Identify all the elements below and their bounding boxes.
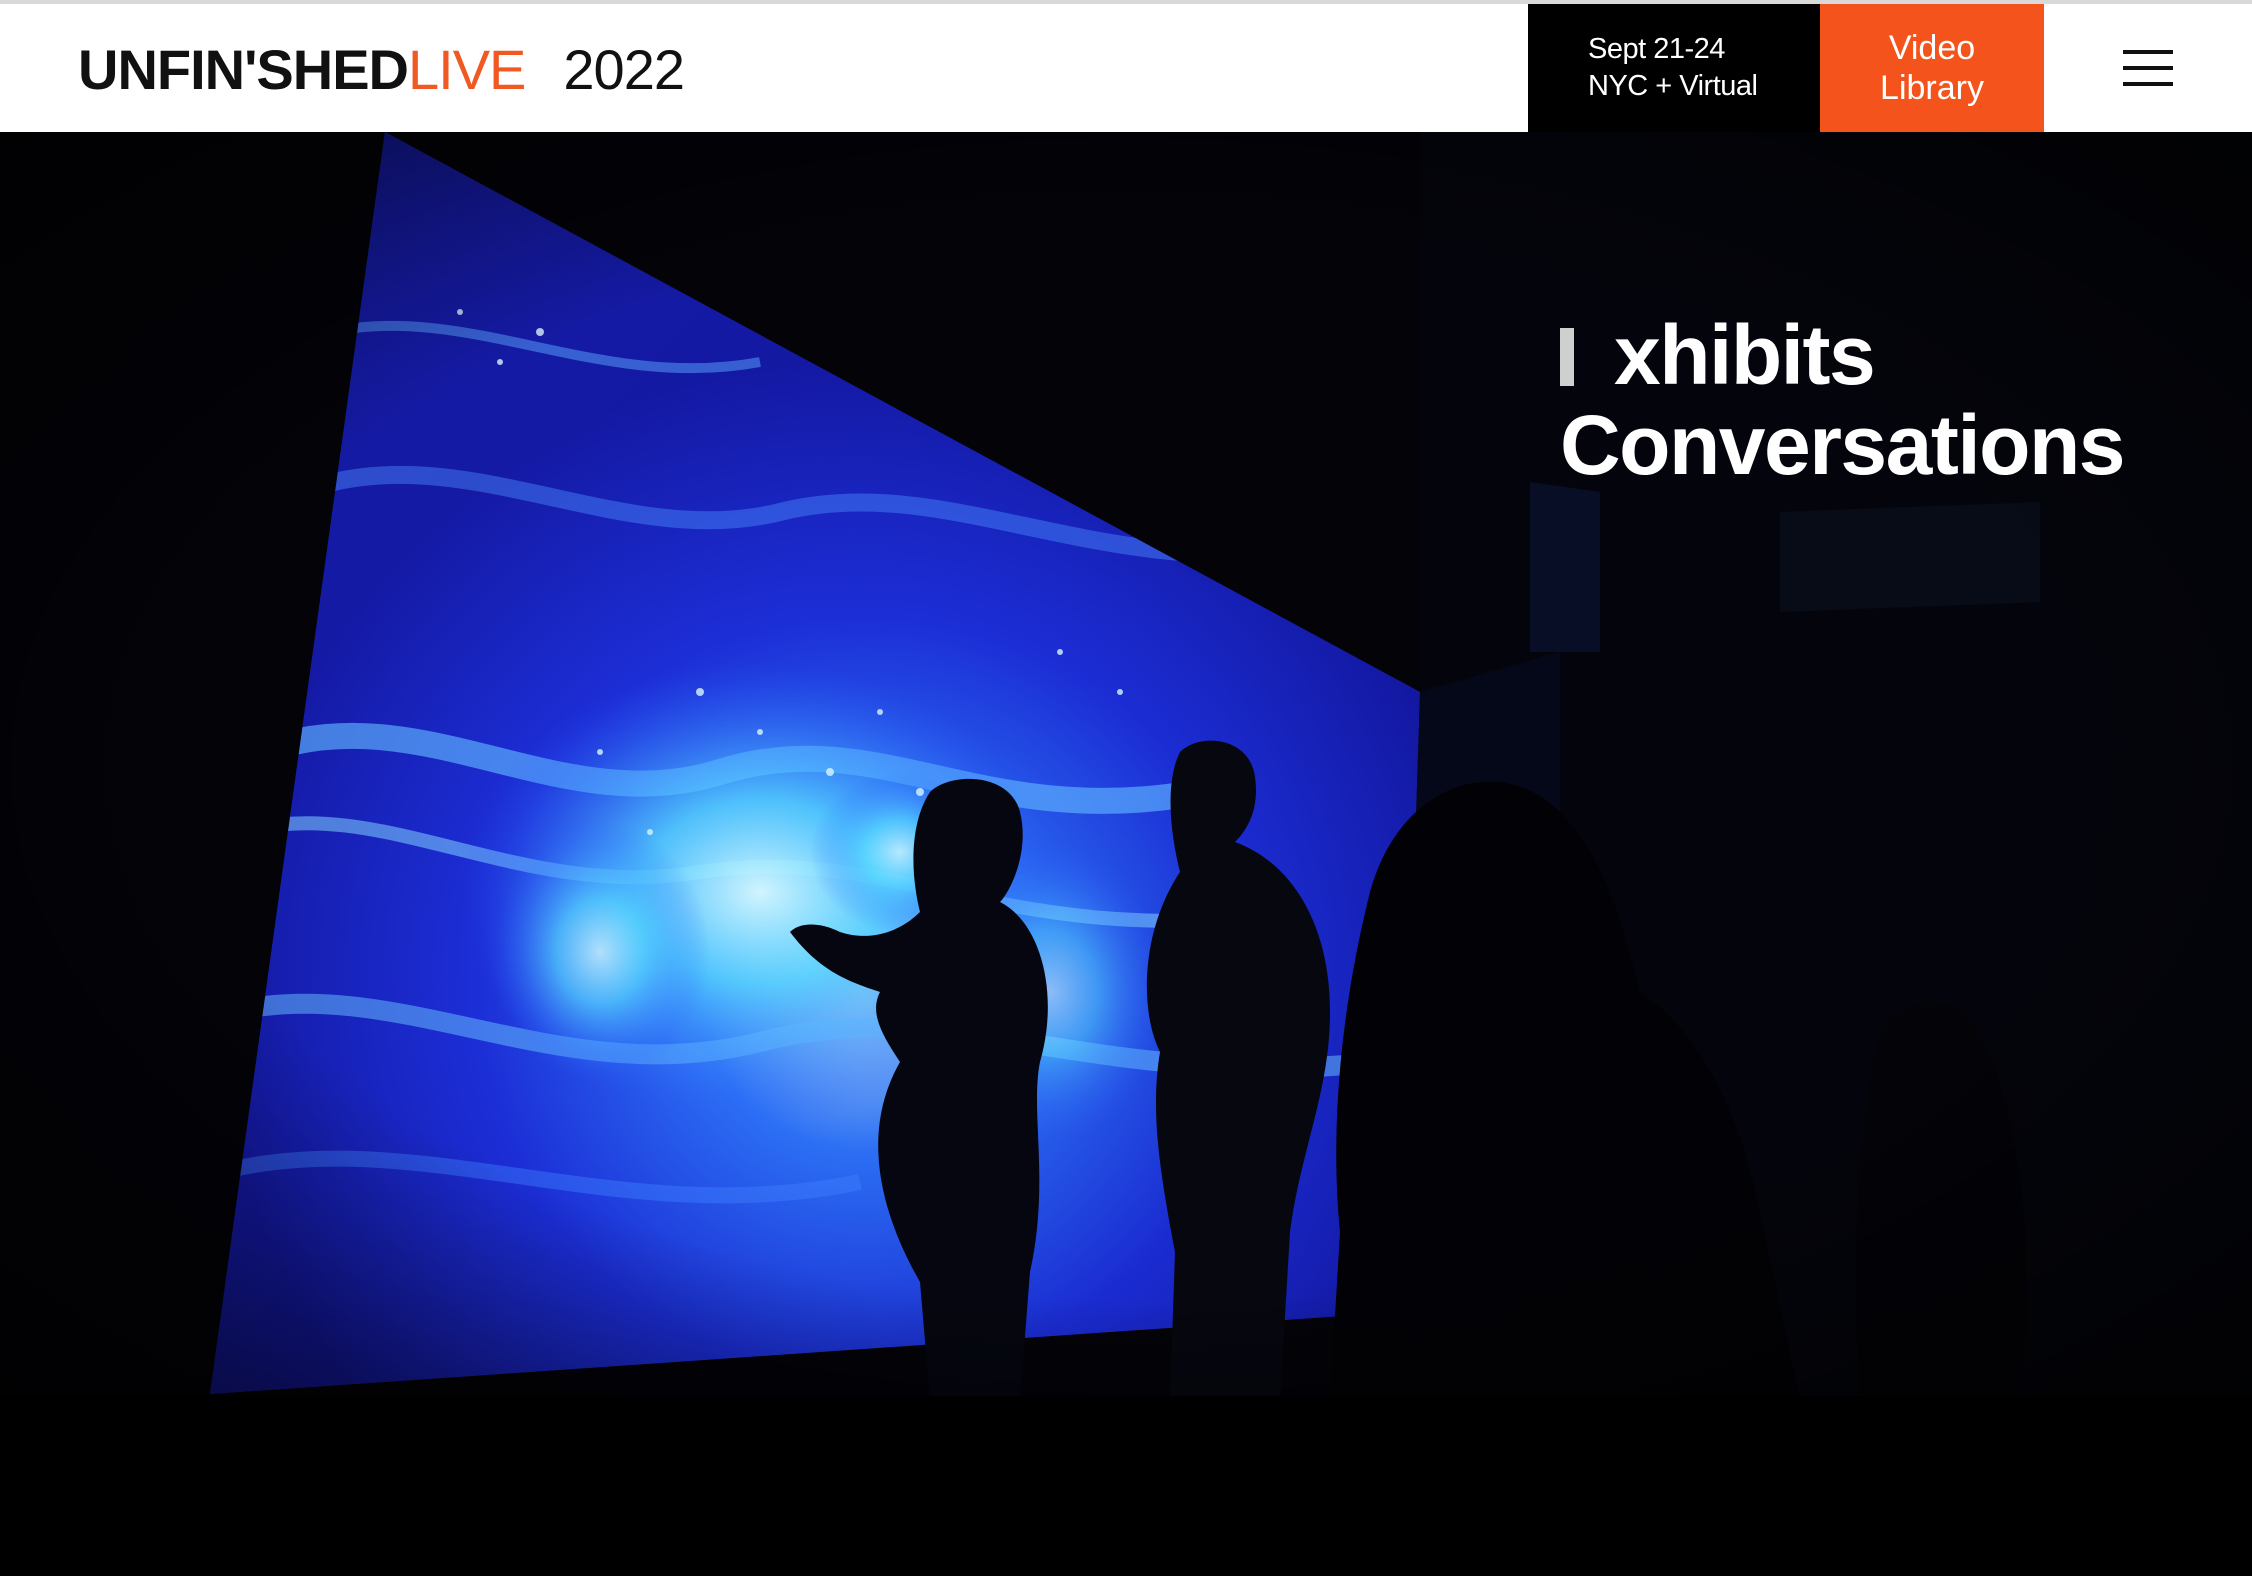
hero-typing-text: xhibits — [1614, 308, 1876, 402]
menu-button[interactable] — [2044, 4, 2252, 132]
logo-year: 2022 — [563, 37, 685, 101]
hero-second-line: Conversations — [1560, 398, 2126, 492]
hero-video[interactable]: xhibits Conversations — [0, 132, 2252, 1400]
text-cursor-icon — [1560, 328, 1574, 386]
video-library-label-line2: Library — [1880, 69, 1984, 107]
event-info: Sept 21-24 NYC + Virtual — [1528, 4, 1820, 132]
event-location: NYC + Virtual — [1588, 70, 1758, 102]
video-library-label-line1: Video — [1888, 29, 1976, 67]
logo-brand-live: LIVE — [408, 37, 526, 101]
hamburger-menu-icon — [2123, 50, 2173, 86]
hero-typing-line: xhibits — [1560, 310, 2124, 400]
page: UNFIN'SHED LIVE 2022 Sept 21-24 NYC + Vi… — [0, 0, 2252, 1576]
page-bottom-area — [0, 1400, 2252, 1576]
video-library-button[interactable]: Video Library — [1820, 4, 2044, 132]
hero-headline: xhibits Conversations — [1560, 310, 2126, 492]
site-logo[interactable]: UNFIN'SHED LIVE 2022 — [78, 34, 685, 104]
event-dates: Sept 21-24 — [1588, 33, 1725, 65]
logo-brand-main: UNFIN'SHED — [78, 37, 409, 101]
